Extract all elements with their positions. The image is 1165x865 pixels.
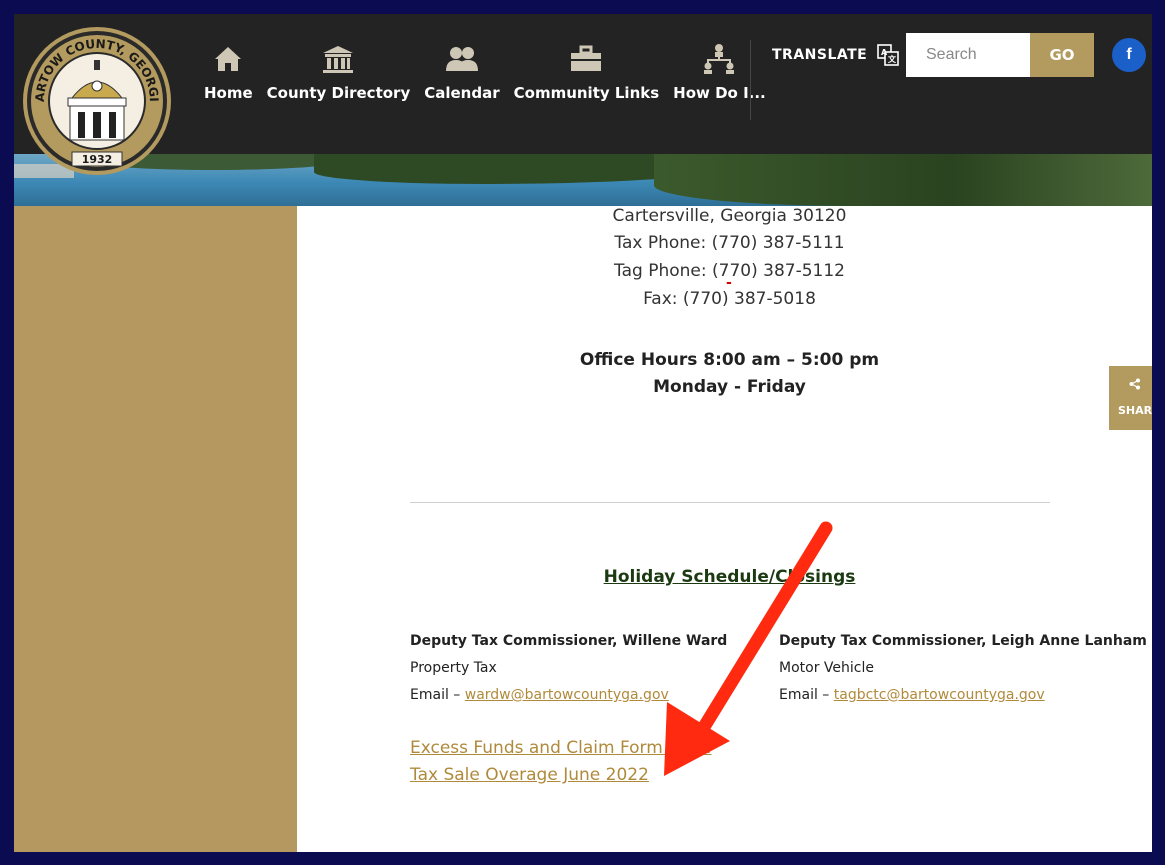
email-prefix: Email – (410, 687, 465, 703)
nav-calendar[interactable]: Calendar (424, 42, 500, 132)
email-prefix: Email – (779, 687, 834, 703)
briefcase-icon (569, 42, 603, 76)
address-line: Cartersville, Georgia 30120 (612, 206, 847, 226)
nav-community-links-label: Community Links (513, 84, 660, 102)
home-icon (211, 42, 245, 76)
nav-calendar-label: Calendar (424, 84, 500, 102)
separator-dash: - (726, 275, 732, 291)
nav-how-do-i[interactable]: How Do I... (673, 42, 766, 132)
people-icon (445, 42, 479, 76)
nav-community-links[interactable]: Community Links (513, 42, 660, 132)
share-icon (1129, 378, 1140, 390)
contact-name: Deputy Tax Commissioner, Leigh Anne Lanh… (779, 633, 1147, 649)
contact-property-tax: Deputy Tax Commissioner, Willene Ward Pr… (410, 628, 727, 709)
seal-year: 1932 (82, 153, 113, 166)
office-days: Monday - Friday (653, 377, 806, 397)
translate-button[interactable]: TRANSLATE A 文 (772, 44, 900, 66)
search-go-button[interactable]: GO (1030, 33, 1094, 77)
nav-home[interactable]: Home (204, 42, 253, 132)
share-label: SHARE (1118, 404, 1152, 417)
excess-funds-link[interactable]: Excess Funds and Claim Form 2022 (410, 738, 711, 758)
nav-county-directory-label: County Directory (266, 84, 411, 102)
nav-home-label: Home (204, 84, 253, 102)
tag-phone: Tag Phone: (770) 387-5112 (614, 261, 845, 281)
contact-dept: Property Tax (410, 660, 497, 676)
nav-how-do-i-label: How Do I... (673, 84, 766, 102)
translate-label: TRANSLATE (772, 47, 868, 63)
tax-sale-overage-link[interactable]: Tax Sale Overage June 2022 (410, 765, 649, 785)
share-tab[interactable]: SHARE (1109, 366, 1152, 430)
search-input[interactable]: Search (906, 33, 1030, 77)
lake-banner-image (14, 154, 1152, 206)
holiday-schedule-link[interactable]: Holiday Schedule/Closings (297, 567, 1152, 587)
facebook-icon[interactable]: f (1112, 38, 1146, 72)
fax-number: Fax: (770) 387-5018 (643, 289, 816, 309)
office-hours: Office Hours 8:00 am – 5:00 pm (579, 350, 880, 370)
contact-dept: Motor Vehicle (779, 660, 874, 676)
email-link[interactable]: wardw@bartowcountyga.gov (465, 687, 669, 703)
svg-text:文: 文 (888, 54, 897, 64)
org-chart-icon (702, 42, 736, 76)
main-nav: Home County Directory Calendar Community… (204, 42, 780, 132)
tax-phone: Tax Phone: (770) 387-5111 (614, 233, 845, 253)
site-header: BARTOW COUNTY, GEORGIA 1932 Home (14, 14, 1152, 206)
page-frame: BARTOW COUNTY, GEORGIA 1932 Home (14, 14, 1152, 852)
divider-line (410, 502, 1050, 503)
nav-divider (750, 40, 751, 120)
left-sidebar (14, 206, 297, 852)
nav-county-directory[interactable]: County Directory (266, 42, 411, 132)
contact-name: Deputy Tax Commissioner, Willene Ward (410, 633, 728, 649)
svg-text:A: A (881, 48, 888, 57)
contact-motor-vehicle: Deputy Tax Commissioner, Leigh Anne Lanh… (779, 628, 1147, 709)
county-seal-logo[interactable]: BARTOW COUNTY, GEORGIA 1932 (22, 26, 172, 176)
translate-icon: A 文 (877, 44, 900, 66)
email-link[interactable]: tagbctc@bartowcountyga.gov (834, 687, 1045, 703)
courthouse-icon (321, 42, 355, 76)
